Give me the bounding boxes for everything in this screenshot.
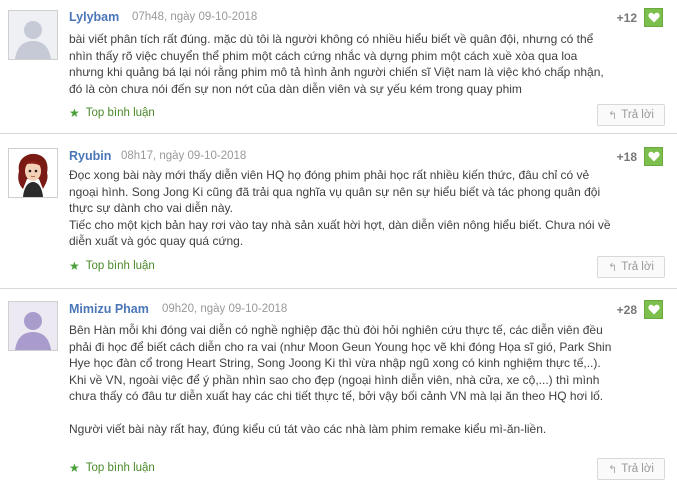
star-icon: ★ — [69, 461, 80, 475]
reply-icon: ↰ — [608, 463, 618, 476]
comment-paragraph: bài viết phân tích rất đúng. mặc dù tôi … — [69, 32, 604, 96]
reply-icon: ↰ — [608, 261, 618, 274]
vote-count: +18 — [616, 150, 637, 164]
comment-time: 07h48, ngày 09-10-2018 — [132, 11, 258, 23]
reply-button[interactable]: ↰ Trả lời — [597, 104, 665, 126]
vote-count: +28 — [616, 303, 637, 317]
comment-divider — [0, 133, 677, 134]
comment-paragraph: Bên Hàn mỗi khi đóng vai diễn có nghề ng… — [69, 323, 612, 403]
comment-divider — [0, 288, 677, 289]
comment-item: Ryubin 08h17, ngày 09-10-2018 +18 Đọc xo… — [0, 133, 677, 287]
comment-paragraph: Người viết bài này rất hay, đúng kiểu cú… — [69, 421, 547, 436]
top-comments-label: Top bình luận — [85, 462, 155, 474]
like-button[interactable] — [644, 300, 663, 319]
heart-icon — [647, 12, 660, 23]
reply-button[interactable]: ↰ Trả lời — [597, 458, 665, 480]
comment-item: Lylybam 07h48, ngày 09-10-2018 +12 bài v… — [0, 0, 677, 132]
anime-character-icon — [9, 149, 57, 197]
user-silhouette-icon — [9, 302, 57, 350]
reply-label: Trả lời — [621, 109, 654, 121]
comment-body: Bên Hàn mỗi khi đóng vai diễn có nghề ng… — [69, 322, 614, 437]
star-icon: ★ — [69, 106, 80, 120]
comment-paragraph: Đọc xong bài này mới thấy diễn viên HQ h… — [69, 168, 601, 215]
comment-body: Đọc xong bài này mới thấy diễn viên HQ h… — [69, 167, 614, 250]
reply-icon: ↰ — [608, 109, 618, 122]
comment-author[interactable]: Lylybam — [69, 10, 119, 24]
comment-item: Mimizu Pham 09h20, ngày 09-10-2018 +28 B… — [0, 288, 677, 489]
avatar[interactable] — [8, 301, 58, 351]
comment-time: 08h17, ngày 09-10-2018 — [121, 150, 247, 162]
user-silhouette-icon — [9, 11, 57, 59]
vote-count: +12 — [616, 11, 637, 25]
top-comments-link[interactable]: ★ Top bình luận — [69, 462, 155, 474]
top-comments-link[interactable]: ★ Top bình luận — [69, 260, 155, 272]
star-icon: ★ — [69, 259, 80, 273]
avatar[interactable] — [8, 148, 58, 198]
top-comments-label: Top bình luận — [85, 260, 155, 272]
reply-button[interactable]: ↰ Trả lời — [597, 256, 665, 278]
avatar[interactable] — [8, 10, 58, 60]
like-button[interactable] — [644, 8, 663, 27]
comment-time: 09h20, ngày 09-10-2018 — [162, 303, 288, 315]
comment-paragraph: Tiếc cho một kịch bản hay rơi vào tay nh… — [69, 217, 611, 249]
top-comments-link[interactable]: ★ Top bình luận — [69, 107, 155, 119]
like-button[interactable] — [644, 147, 663, 166]
reply-label: Trả lời — [621, 261, 654, 273]
comment-author[interactable]: Mimizu Pham — [69, 302, 149, 316]
heart-icon — [647, 151, 660, 162]
reply-label: Trả lời — [621, 463, 654, 475]
comment-body: bài viết phân tích rất đúng. mặc dù tôi … — [69, 31, 614, 97]
top-comments-label: Top bình luận — [85, 107, 155, 119]
comment-author[interactable]: Ryubin — [69, 149, 111, 163]
heart-icon — [647, 304, 660, 315]
